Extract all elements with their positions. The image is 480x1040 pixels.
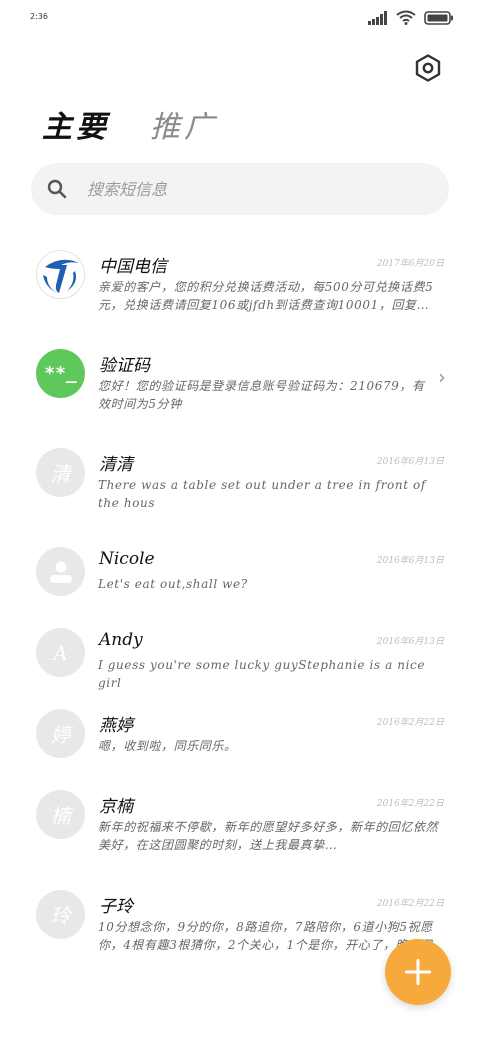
status-time: 2:36 — [30, 12, 48, 21]
search-bar[interactable] — [31, 163, 449, 215]
list-item[interactable]: 婷 燕婷 2016年2月22日 嗯，收到啦，同乐同乐。 — [0, 709, 480, 789]
search-icon — [47, 179, 67, 199]
avatar: 清 — [36, 448, 85, 497]
list-item[interactable]: **_ 验证码 您好！您的验证码是登录信息账号验证码为：210679，有效时间为… — [0, 349, 480, 429]
plus-icon — [405, 959, 431, 985]
chevron-right-icon[interactable]: › — [438, 365, 446, 389]
tab-bar: 主要 推广 — [42, 102, 218, 146]
gear-icon — [415, 54, 441, 82]
list-item[interactable]: 中国电信 2017年6月20日 亲爱的客户，您的积分兑换话费活动，每500分可兑… — [0, 250, 480, 330]
message-date: 2016年6月13日 — [376, 556, 444, 566]
list-item[interactable]: A Andy 2016年6月13日 I guess you're some lu… — [0, 628, 480, 708]
wifi-icon — [396, 10, 416, 25]
tab-primary[interactable]: 主要 — [42, 102, 110, 146]
sender-name: 中国电信 — [99, 257, 167, 277]
avatar: 婷 — [36, 709, 85, 758]
sender-name: Nicole — [99, 549, 155, 569]
list-item[interactable]: 清 清清 2016年6月13日 There was a table set ou… — [0, 448, 480, 528]
message-preview: 新年的祝福来不停歇，新年的愿望好多好多，新年的回忆依然美好，在这团圆聚的时刻，送… — [98, 820, 439, 852]
settings-button[interactable] — [414, 54, 442, 82]
message-date: 2016年2月22日 — [376, 718, 444, 728]
china-telecom-logo-avatar — [36, 250, 85, 299]
avatar: A — [36, 628, 85, 677]
message-preview: There was a table set out under a tree i… — [98, 478, 426, 510]
message-date: 2016年6月13日 — [376, 637, 444, 647]
sender-name: Andy — [99, 630, 143, 650]
message-date: 2016年6月13日 — [376, 457, 444, 467]
status-icons — [368, 10, 454, 25]
china-telecom-logo-icon — [42, 259, 79, 293]
avatar: 玲 — [36, 890, 85, 939]
compose-button[interactable] — [385, 939, 451, 1005]
status-bar: 2:36 — [0, 0, 480, 38]
message-preview: 亲爱的客户，您的积分兑换话费活动，每500分可兑换话费5元，兑换话费请回复106… — [98, 280, 434, 312]
sender-name: 燕婷 — [99, 716, 133, 736]
message-preview: I guess you're some lucky guyStephanie i… — [98, 658, 426, 690]
battery-icon — [424, 10, 453, 25]
sender-name: 验证码 — [99, 356, 150, 376]
message-preview: Let's eat out,shall we? — [98, 577, 248, 591]
message-date: 2016年2月22日 — [376, 799, 444, 809]
avatar: **_ — [36, 349, 85, 398]
message-date: 2016年2月22日 — [376, 899, 444, 909]
person-icon — [49, 561, 72, 583]
message-preview: 您好！您的验证码是登录信息账号验证码为：210679，有效时间为5分钟 — [98, 379, 425, 411]
signal-icon — [368, 10, 387, 25]
tab-promotions[interactable]: 推广 — [150, 102, 218, 146]
message-date: 2017年6月20日 — [376, 259, 444, 269]
avatar — [36, 547, 85, 596]
message-preview: 嗯，收到啦，同乐同乐。 — [98, 739, 237, 753]
avatar: 楠 — [36, 790, 85, 839]
list-item[interactable]: 楠 京楠 2016年2月22日 新年的祝福来不停歇，新年的愿望好多好多，新年的回… — [0, 790, 480, 870]
sender-name: 京楠 — [99, 797, 133, 817]
sender-name: 清清 — [99, 455, 133, 475]
sender-name: 子玲 — [99, 897, 133, 917]
list-item[interactable]: Nicole 2016年6月13日 Let's eat out,shall we… — [0, 547, 480, 627]
search-input[interactable] — [85, 178, 409, 200]
